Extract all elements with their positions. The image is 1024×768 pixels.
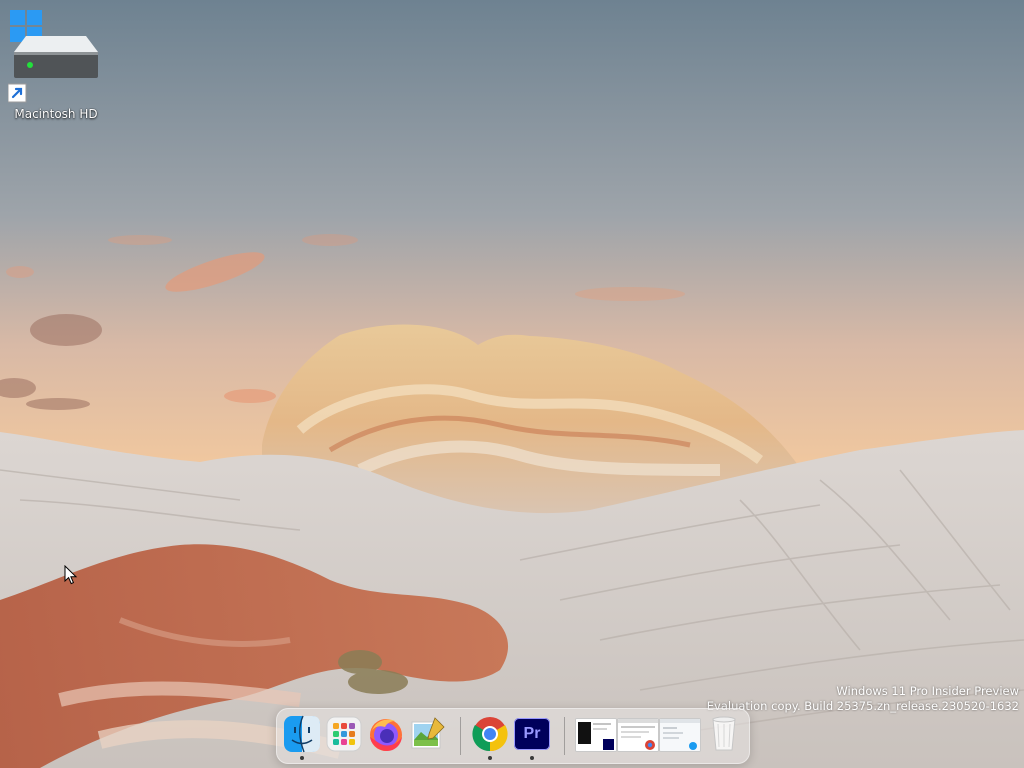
- finder-icon: [284, 715, 320, 753]
- dock-separator: [460, 717, 461, 755]
- desktop-icon-label: Macintosh HD: [14, 107, 98, 121]
- running-indicator-chrome: [488, 756, 492, 760]
- dock-separator: [564, 717, 565, 755]
- dock-item-image-editor[interactable]: [409, 715, 447, 753]
- window-thumbnail-2[interactable]: [617, 718, 659, 752]
- dock-item-firefox[interactable]: [367, 715, 405, 753]
- running-indicator-premiere: [530, 756, 534, 760]
- dock: Pr: [276, 708, 750, 764]
- window-thumbnail-3[interactable]: [659, 718, 701, 752]
- trash-icon: [712, 716, 736, 751]
- desktop-wallpaper: [0, 0, 1024, 768]
- watermark-edition: Windows 11 Pro Insider Preview: [836, 684, 1019, 698]
- chrome-icon: [472, 717, 508, 752]
- hard-drive-icon: [7, 6, 104, 110]
- dock-item-finder[interactable]: [283, 715, 321, 753]
- window-thumbnail-1[interactable]: [575, 718, 617, 752]
- premiere-icon-label: Pr: [523, 725, 541, 742]
- mouse-pointer-icon: [64, 564, 78, 585]
- dock-item-chrome[interactable]: [471, 715, 509, 753]
- image-editor-icon: [411, 717, 445, 749]
- desktop-icon-macintosh-hd[interactable]: Macintosh HD: [7, 6, 104, 124]
- dock-item-launchpad[interactable]: [325, 715, 363, 753]
- dock-item-trash[interactable]: [705, 715, 743, 753]
- running-indicator-finder: [300, 756, 304, 760]
- watermark-build: Evaluation copy. Build 25375.zn_release.…: [706, 699, 1019, 713]
- launchpad-icon: [326, 716, 362, 752]
- os-watermark: Windows 11 Pro Insider Preview Evaluatio…: [707, 684, 1019, 714]
- dock-item-premiere[interactable]: Pr: [513, 715, 551, 753]
- firefox-icon: [370, 719, 402, 751]
